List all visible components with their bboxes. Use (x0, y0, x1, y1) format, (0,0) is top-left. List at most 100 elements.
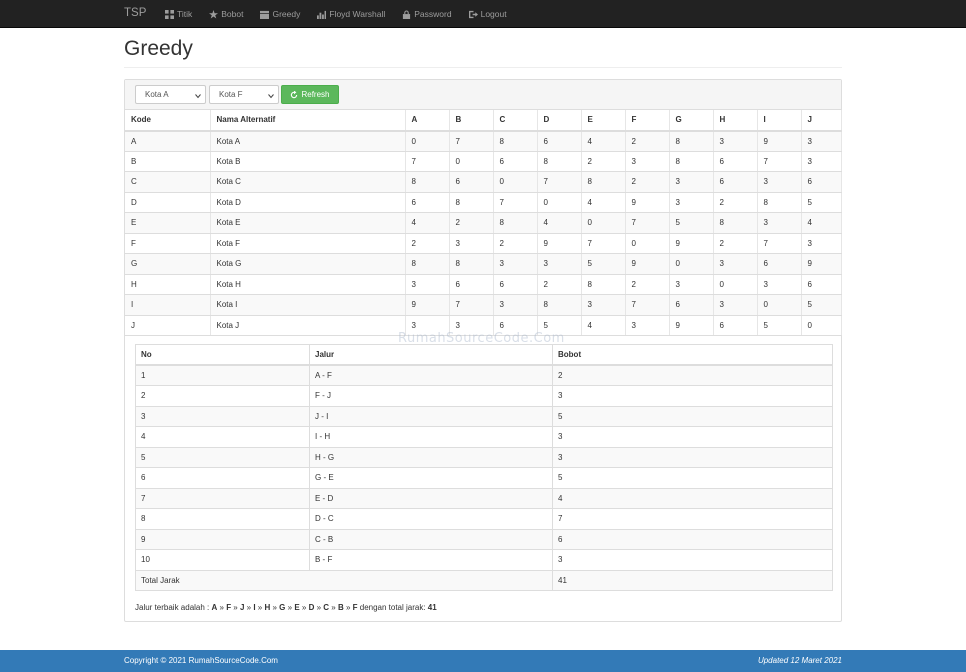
table-cell: 3 (757, 274, 802, 295)
table-cell: 3 (493, 253, 538, 275)
table-cell: 3 (713, 130, 758, 152)
table-cell: 3 (801, 130, 842, 152)
matrix-column-header: Nama Alternatif (210, 110, 406, 132)
table-cell: 7 (405, 151, 450, 172)
table-cell: 3 (552, 446, 833, 468)
matrix-column-header: A (405, 110, 450, 132)
table-cell: 3 (713, 294, 758, 316)
path-separator: » (231, 603, 240, 612)
table-row: D Kota D6870493285 (125, 192, 842, 213)
table-row: 6G - E5 (135, 467, 833, 489)
to-city-select[interactable]: Kota F (209, 85, 279, 104)
table-row: 8D - C7 (135, 508, 833, 530)
table-cell: H (125, 274, 211, 295)
nav-item-password[interactable]: Password (402, 9, 452, 19)
table-row: G Kota G8833590369 (125, 253, 842, 275)
path-separator: » (299, 603, 309, 612)
table-cell: 0 (493, 171, 538, 193)
table-cell: 8 (449, 192, 494, 213)
table-row: A Kota A0786428393 (125, 130, 842, 152)
nav-item-floyd-warshall[interactable]: Floyd Warshall (317, 9, 385, 19)
nav-item-bobot[interactable]: Bobot (209, 9, 243, 19)
route-body: 1A - F22F - J33J - I54I - H35H - G36G - … (135, 364, 833, 591)
table-cell: 7 (757, 151, 802, 172)
table-cell: I (125, 294, 211, 316)
nav-item-logout[interactable]: Logout (468, 9, 507, 19)
table-cell: 0 (669, 253, 714, 275)
nav-item-label: Greedy (272, 9, 301, 19)
refresh-icon (291, 90, 298, 98)
table-row: 9C - B6 (135, 528, 833, 550)
navbar-menu: Titik Bobot Greedy Floyd Warshall Passwo… (165, 9, 507, 19)
navbar-brand[interactable]: TSP (124, 7, 146, 19)
table-cell: 0 (405, 130, 450, 152)
table-cell: 2 (713, 233, 758, 254)
nav-item-label: Logout (480, 9, 507, 19)
table-row: I Kota I9738376305 (125, 294, 842, 316)
table-cell: 9 (801, 253, 842, 275)
footer: Copyright © 2021 RumahSourceCode.Com Upd… (0, 650, 966, 672)
table-cell: 6 (801, 274, 842, 295)
table-cell: 9 (135, 528, 310, 550)
matrix-column-header: E (581, 110, 626, 132)
best-path-summary: Jalur terbaik adalah : A » F » J » I » H… (135, 603, 437, 612)
logout-icon (468, 10, 478, 18)
table-cell: 7 (135, 487, 310, 509)
table-row: 1A - F2 (135, 364, 833, 386)
matrix-column-header: J (801, 110, 842, 132)
table-cell: D (125, 192, 211, 213)
distance-matrix-table: Kode Nama Alternatif A B C D E F G H I J A Kota A078… (125, 110, 842, 336)
table-cell: E - D (309, 487, 553, 509)
table-row: C Kota C8607823636 (125, 171, 842, 193)
table-row: 3J - I5 (135, 405, 833, 427)
table-cell: 6 (449, 171, 494, 193)
best-path-nodes: A » F » J » I » H » G » E » D » C » B » … (212, 603, 358, 612)
table-cell: 3 (801, 233, 842, 254)
table-cell: 2 (405, 233, 450, 254)
table-cell: F (125, 233, 211, 254)
table-cell: Kota I (210, 294, 406, 316)
table-cell: 6 (757, 253, 802, 275)
table-cell: 7 (757, 233, 802, 254)
table-cell: B - F (309, 549, 553, 571)
table-cell: 7 (625, 212, 670, 234)
table-cell: 9 (669, 233, 714, 254)
table-cell: 4 (135, 426, 310, 448)
table-cell: 3 (552, 426, 833, 448)
table-cell: 10 (135, 549, 310, 571)
nav-item-label: Titik (177, 9, 193, 19)
matrix-column-header: G (669, 110, 714, 132)
table-cell: 2 (537, 274, 582, 295)
table-cell: 4 (801, 212, 842, 234)
table-cell: C - B (309, 528, 553, 550)
matrix-column-header: C (493, 110, 538, 132)
route-column-header: Bobot (552, 344, 833, 366)
filter-bar: Kota A Kota F Refresh (125, 80, 841, 110)
path-separator: » (329, 603, 338, 612)
lock-icon (403, 9, 411, 19)
table-cell: 8 (135, 508, 310, 530)
table-cell: 8 (581, 171, 626, 193)
table-row: F Kota F2329709273 (125, 233, 842, 254)
nav-item-titik[interactable]: Titik (165, 9, 192, 19)
table-cell: 7 (552, 508, 833, 530)
table-cell: 0 (801, 315, 842, 336)
table-cell: 0 (713, 274, 758, 295)
from-city-select[interactable]: Kota A (135, 85, 206, 104)
table-cell: 5 (552, 467, 833, 489)
chevron-down-icon (268, 92, 274, 99)
total-label: Total Jarak (135, 569, 553, 591)
table-cell: A - F (309, 364, 553, 386)
top-navbar: TSP Titik Bobot Greedy Floyd Warshall Pa… (0, 0, 966, 28)
table-cell: 2 (713, 192, 758, 213)
table-cell: 3 (537, 253, 582, 275)
table-cell: 5 (801, 192, 842, 213)
nav-item-greedy[interactable]: Greedy (260, 9, 300, 19)
table-cell: 4 (537, 212, 582, 234)
table-cell: F - J (309, 385, 553, 407)
table-cell: D - C (309, 508, 553, 530)
refresh-button[interactable]: Refresh (281, 85, 339, 104)
to-city-value: Kota F (219, 90, 243, 99)
table-cell: 3 (449, 233, 494, 254)
matrix-column-header: F (625, 110, 670, 132)
